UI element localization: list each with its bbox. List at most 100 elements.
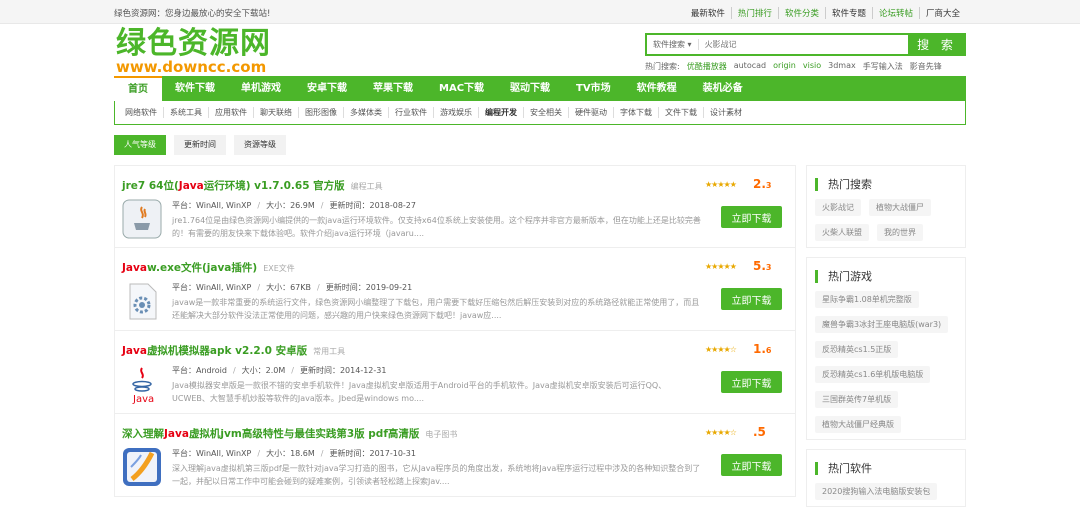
title-keyword[interactable]: Java bbox=[122, 345, 147, 357]
item-title[interactable]: 深入理解Java虚拟机jvm高级特性与最佳实践第3版 pdf高清版 电子图书 bbox=[122, 426, 457, 441]
search-input[interactable] bbox=[698, 35, 908, 54]
item-category[interactable]: EXE文件 bbox=[263, 264, 295, 273]
item-date: 更新时间：2018-08-27 bbox=[329, 201, 417, 210]
item-description: javaw是一款非常重要的系统运行文件，绿色资源网小编整理了下载包，用户需要下载… bbox=[172, 298, 700, 320]
hot-search-link[interactable]: origin bbox=[773, 61, 796, 72]
sort-tab[interactable]: 更新时间 bbox=[174, 135, 226, 155]
nav-item[interactable]: 驱动下载 bbox=[497, 76, 563, 101]
tag-link[interactable]: 2020搜狗输入法电脑版安装包 bbox=[815, 483, 938, 500]
subnav-item[interactable]: 硬件驱动 bbox=[568, 107, 613, 118]
search-scope-select[interactable]: 软件搜索 ▾ bbox=[647, 39, 699, 50]
nav-item[interactable]: 首页 bbox=[114, 76, 162, 101]
hot-search-link[interactable]: 优酷播放器 bbox=[687, 61, 727, 72]
item-title[interactable]: Java虚拟机模拟器apk v2.2.0 安卓版 常用工具 bbox=[122, 343, 345, 358]
score-main: 2. bbox=[753, 177, 766, 191]
title-suffix[interactable]: 虚拟机模拟器apk v2.2.0 安卓版 bbox=[147, 345, 307, 357]
subnav-item[interactable]: 网络软件 bbox=[119, 107, 163, 118]
top-link[interactable]: 软件分类 bbox=[777, 7, 825, 19]
hot-search-link[interactable]: autocad bbox=[734, 61, 766, 72]
title-prefix[interactable]: jre7 64位( bbox=[122, 180, 179, 192]
tag-link[interactable]: 星际争霸1.08单机完整版 bbox=[815, 291, 919, 308]
subnav-item[interactable]: 图形图像 bbox=[298, 107, 343, 118]
item-platform: 平台：Android bbox=[172, 366, 227, 375]
item-title[interactable]: jre7 64位(Java运行环境) v1.7.0.65 官方版 编程工具 bbox=[122, 178, 383, 193]
ebook-icon[interactable] bbox=[122, 447, 162, 487]
exe-file-gear-icon[interactable] bbox=[122, 281, 162, 321]
item-category[interactable]: 编程工具 bbox=[351, 182, 383, 191]
top-link[interactable]: 最新软件 bbox=[685, 7, 731, 19]
title-keyword[interactable]: Java bbox=[179, 180, 204, 192]
tag-link[interactable]: 反恐精英cs1.5正版 bbox=[815, 341, 899, 358]
subnav-item[interactable]: 字体下载 bbox=[613, 107, 658, 118]
subnav-item[interactable]: 行业软件 bbox=[388, 107, 433, 118]
item-title[interactable]: Javaw.exe文件(java插件) EXE文件 bbox=[122, 260, 295, 275]
download-button[interactable]: 立即下载 bbox=[721, 206, 782, 228]
sidebar-box-title: 热门搜索 bbox=[815, 178, 957, 191]
title-keyword[interactable]: Java bbox=[122, 262, 147, 274]
download-button[interactable]: 立即下载 bbox=[721, 288, 782, 310]
separator: / bbox=[257, 201, 261, 210]
nav-item[interactable]: 装机必备 bbox=[690, 76, 756, 101]
sort-tab[interactable]: 人气等级 bbox=[114, 135, 166, 155]
item-category[interactable]: 电子图书 bbox=[425, 430, 457, 439]
subnav-item[interactable]: 多媒体类 bbox=[343, 107, 388, 118]
tag-link[interactable]: 火柴人联盟 bbox=[815, 224, 869, 241]
java-cup-icon[interactable] bbox=[122, 199, 162, 239]
tag-link[interactable]: 火影战记 bbox=[815, 199, 861, 216]
item-platform: 平台：WinAll, WinXP bbox=[172, 449, 252, 458]
hot-search-link[interactable]: 手写输入法 bbox=[863, 61, 903, 72]
subnav-item[interactable]: 系统工具 bbox=[163, 107, 208, 118]
nav-item[interactable]: MAC下载 bbox=[426, 76, 497, 101]
download-button[interactable]: 立即下载 bbox=[721, 371, 782, 393]
item-category[interactable]: 常用工具 bbox=[313, 347, 345, 356]
separator: / bbox=[291, 366, 294, 375]
subnav-item[interactable]: 游戏娱乐 bbox=[433, 107, 478, 118]
title-prefix[interactable]: 深入理解 bbox=[122, 428, 164, 440]
item-meta: 平台：Android / 大小：2.0M / 更新时间：2014-12-31 bbox=[172, 365, 386, 376]
title-keyword[interactable]: Java bbox=[164, 428, 189, 440]
tag-link[interactable]: 三国群英传7单机版 bbox=[815, 391, 899, 408]
nav-item[interactable]: 软件教程 bbox=[624, 76, 690, 101]
top-link[interactable]: 厂商大全 bbox=[918, 7, 966, 19]
sort-tab[interactable]: 资源等级 bbox=[234, 135, 286, 155]
nav-item[interactable]: 安卓下载 bbox=[294, 76, 360, 101]
hot-search-link[interactable]: 3dmax bbox=[828, 61, 856, 72]
sub-nav: 网络软件 系统工具 应用软件 聊天联络 图形图像 多媒体类 行业软件 游戏娱乐 编程开发 安全相关… bbox=[114, 101, 966, 125]
subnav-item[interactable]: 文件下载 bbox=[658, 107, 703, 118]
title-suffix[interactable]: 虚拟机jvm高级特性与最佳实践第3版 pdf高清版 bbox=[189, 428, 419, 440]
separator: / bbox=[257, 449, 261, 458]
list-item: Java虚拟机模拟器apk v2.2.0 安卓版 常用工具 Java 平台：Andro… bbox=[114, 331, 796, 414]
java-logo-icon[interactable]: Java bbox=[122, 364, 162, 405]
subnav-item[interactable]: 聊天联络 bbox=[253, 107, 298, 118]
tag-link[interactable]: 魔兽争霸3冰封王座电脑版(war3) bbox=[815, 316, 949, 333]
sidebar-box-title: 热门软件 bbox=[815, 462, 957, 475]
top-link[interactable]: 论坛转帖 bbox=[871, 7, 919, 19]
item-meta: 平台：WinAll, WinXP / 大小：18.6M / 更新时间：2017-10-3… bbox=[172, 448, 416, 459]
list-item: jre7 64位(Java运行环境) v1.7.0.65 官方版 编程工具 平台：W… bbox=[114, 165, 796, 248]
subnav-item[interactable]: 设计素材 bbox=[703, 107, 748, 118]
subnav-item[interactable]: 应用软件 bbox=[208, 107, 253, 118]
sort-tabs: 人气等级 更新时间 资源等级 bbox=[114, 135, 286, 155]
site-logo[interactable]: 绿色资源网 www.downcc.com bbox=[116, 28, 271, 75]
tag-link[interactable]: 反恐精英cs1.6单机版电脑版 bbox=[815, 366, 931, 383]
star-rating-icon: ★★★★★ bbox=[705, 262, 737, 271]
search-bar: 软件搜索 ▾ 搜 索 bbox=[645, 33, 966, 56]
subnav-item[interactable]: 安全相关 bbox=[523, 107, 568, 118]
title-suffix[interactable]: 运行环境) v1.7.0.65 官方版 bbox=[204, 180, 345, 192]
download-button[interactable]: 立即下载 bbox=[721, 454, 782, 476]
hot-search-link[interactable]: 影音先锋 bbox=[910, 61, 942, 72]
search-button[interactable]: 搜 索 bbox=[908, 33, 966, 56]
tag-link[interactable]: 植物大战僵尸经典版 bbox=[815, 416, 901, 433]
nav-item[interactable]: TV市场 bbox=[563, 76, 624, 101]
tag-link[interactable]: 植物大战僵尸 bbox=[869, 199, 931, 216]
title-suffix[interactable]: w.exe文件(java插件) bbox=[147, 262, 257, 274]
nav-item[interactable]: 软件下载 bbox=[162, 76, 228, 101]
top-link[interactable]: 热门排行 bbox=[730, 7, 778, 19]
nav-item[interactable]: 单机游戏 bbox=[228, 76, 294, 101]
top-link[interactable]: 软件专题 bbox=[824, 7, 872, 19]
subnav-item[interactable]: 编程开发 bbox=[478, 107, 523, 118]
nav-item[interactable]: 苹果下载 bbox=[360, 76, 426, 101]
sidebar-box: 热门搜索火影战记 植物大战僵尸 火柴人联盟 我的世界 bbox=[806, 165, 966, 248]
hot-search-link[interactable]: visio bbox=[803, 61, 821, 72]
tag-link[interactable]: 我的世界 bbox=[877, 224, 923, 241]
